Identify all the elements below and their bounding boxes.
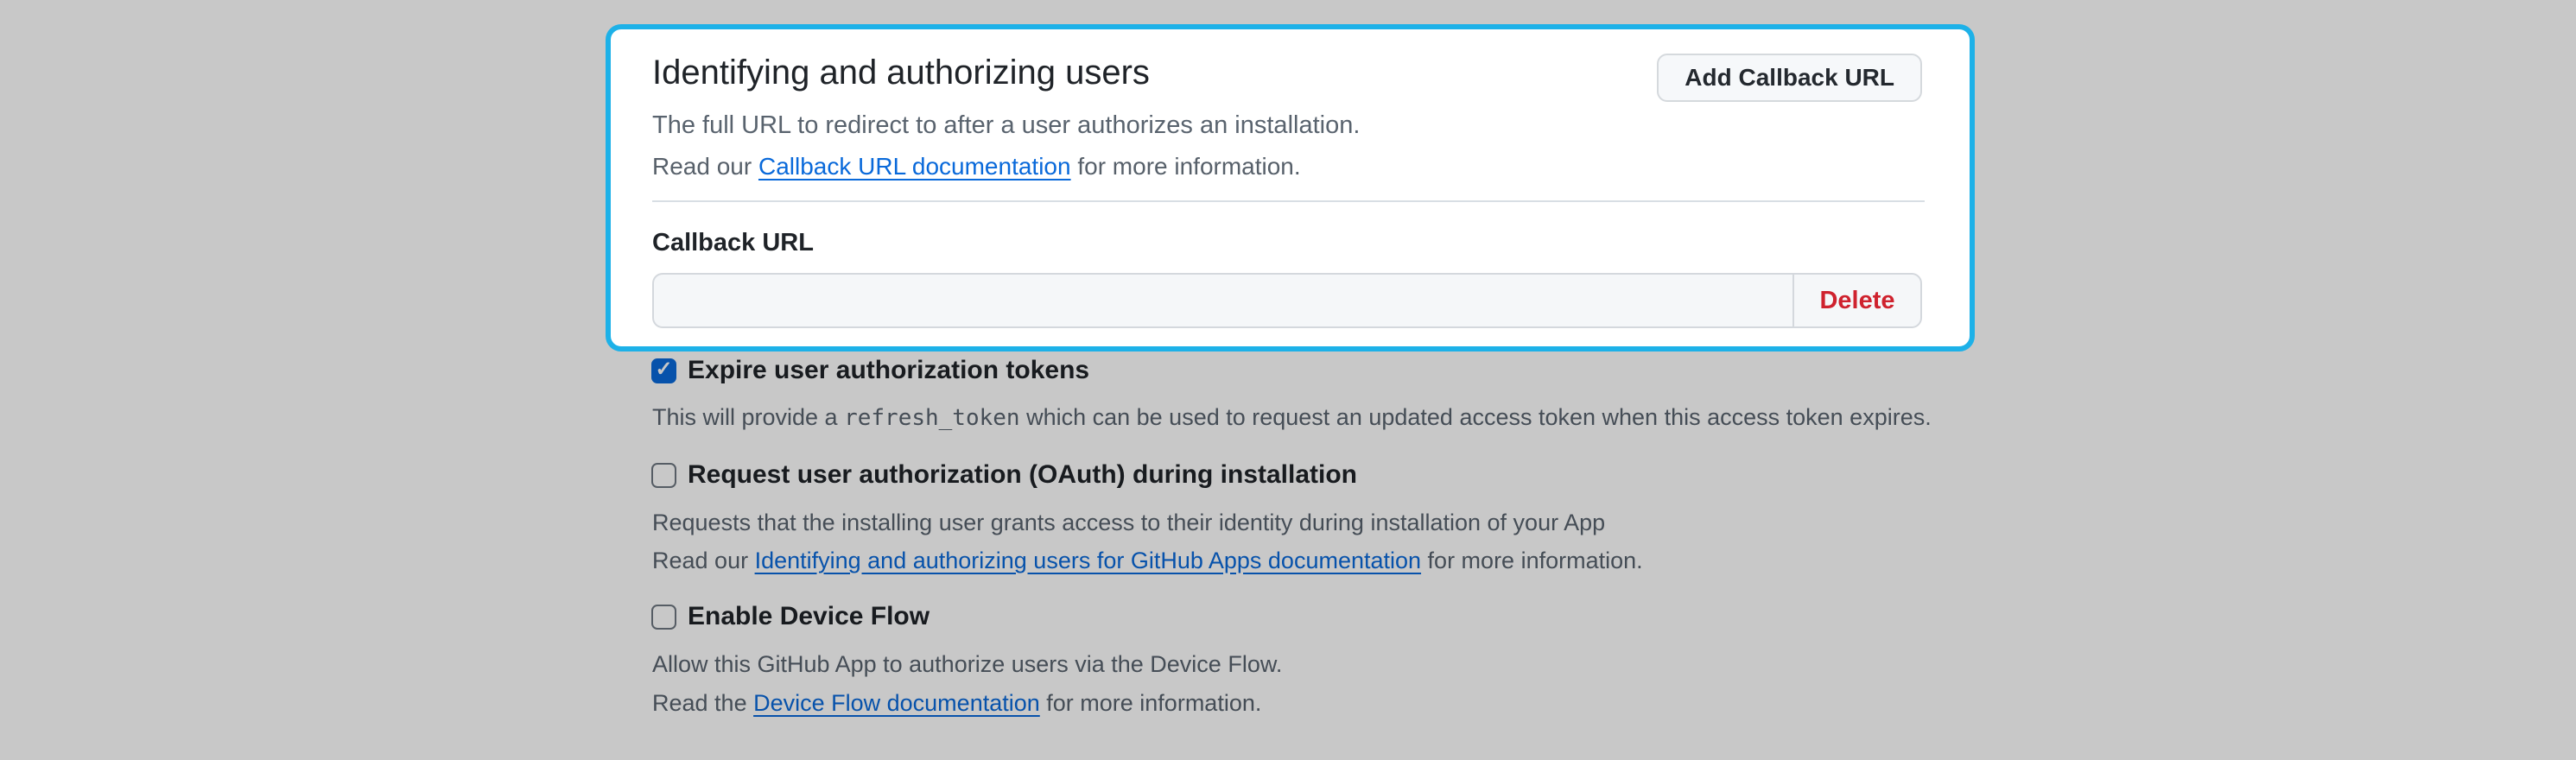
note-text: Read our bbox=[652, 153, 758, 180]
callback-url-input[interactable] bbox=[652, 273, 1792, 328]
github-app-settings-page: ✓ Expire user authorization tokens This … bbox=[0, 0, 2576, 760]
callback-url-input-group: Delete bbox=[652, 273, 1922, 328]
callback-url-field-label: Callback URL bbox=[652, 228, 1927, 257]
note-text: for more information. bbox=[1071, 153, 1301, 180]
callback-url-highlight-card: Add Callback URL Identifying and authori… bbox=[606, 24, 1975, 352]
callback-docs-link[interactable]: Callback URL documentation bbox=[758, 153, 1071, 180]
section-subtitle: The full URL to redirect to after a user… bbox=[652, 111, 1927, 140]
add-callback-url-button[interactable]: Add Callback URL bbox=[1657, 54, 1922, 102]
section-divider bbox=[652, 200, 1925, 202]
delete-callback-url-button[interactable]: Delete bbox=[1792, 273, 1922, 328]
callback-doc-note: Read our Callback URL documentation for … bbox=[652, 152, 1927, 181]
